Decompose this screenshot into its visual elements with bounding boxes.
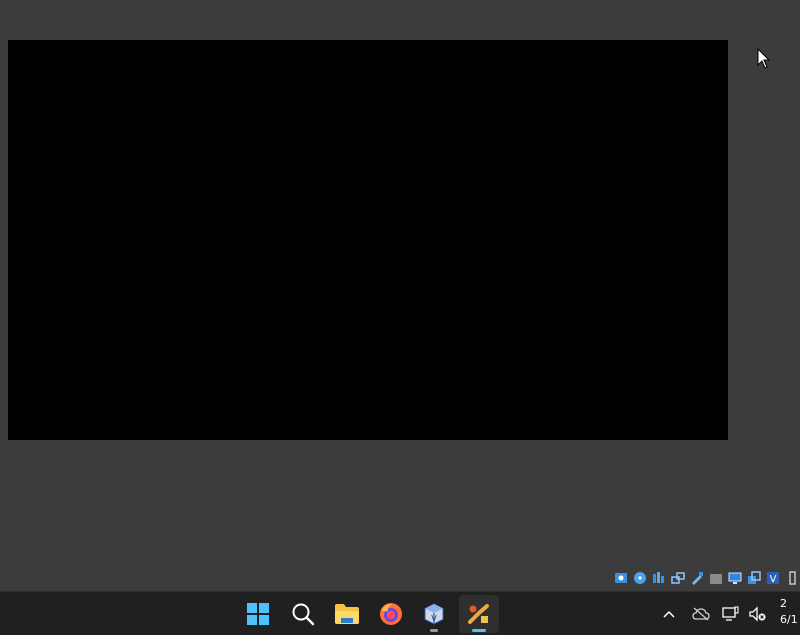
vm-status-bar: V [613, 568, 800, 588]
vm-window-button[interactable] [459, 595, 499, 633]
system-tray [654, 592, 770, 635]
active-indicator [472, 629, 486, 632]
volume-muted-icon[interactable] [746, 599, 770, 629]
clock[interactable]: 2 6/1 [780, 596, 800, 628]
windows-logo-icon [247, 603, 269, 625]
virtualbox-button[interactable]: V [414, 595, 454, 633]
hard-disk-icon[interactable] [613, 570, 629, 586]
file-explorer-button[interactable] [327, 595, 367, 633]
recording-icon[interactable] [746, 570, 762, 586]
taskbar: V 2 6/1 [0, 591, 800, 635]
onedrive-offline-icon[interactable] [686, 599, 716, 629]
clock-date: 6/1 [780, 613, 798, 626]
search-button[interactable] [283, 595, 323, 633]
firefox-icon [380, 603, 402, 625]
shared-folder-icon[interactable] [708, 570, 724, 586]
vm-display[interactable] [8, 40, 728, 440]
svg-text:V: V [431, 614, 437, 623]
firefox-button[interactable] [371, 595, 411, 633]
clock-time: 2 [780, 597, 787, 610]
running-indicator [430, 629, 438, 632]
audio-icon[interactable] [651, 570, 667, 586]
chevron-up-icon[interactable] [654, 599, 684, 629]
usb-icon[interactable] [689, 570, 705, 586]
mouse-cursor-icon [757, 48, 771, 69]
network-icon[interactable] [716, 599, 746, 629]
start-button[interactable] [238, 595, 278, 633]
virtualbox-icon: V [424, 603, 444, 625]
capture-icon[interactable]: V [765, 570, 781, 586]
folder-icon [335, 604, 359, 624]
host-key-icon[interactable] [784, 570, 800, 586]
network-icon[interactable] [670, 570, 686, 586]
svg-text:V: V [770, 574, 777, 585]
optical-disk-icon[interactable] [632, 570, 648, 586]
vm-app-icon [468, 604, 489, 624]
display-icon[interactable] [727, 570, 743, 586]
search-icon [292, 603, 315, 626]
